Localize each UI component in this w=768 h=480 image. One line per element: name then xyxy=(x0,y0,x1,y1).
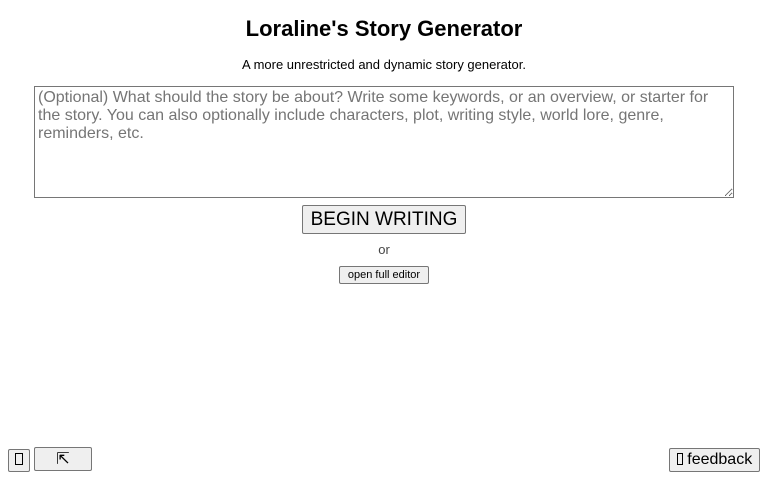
page-subtitle: A more unrestricted and dynamic story ge… xyxy=(242,57,526,72)
menu-button[interactable] xyxy=(8,449,30,472)
or-separator: or xyxy=(378,242,390,257)
page-title: Loraline's Story Generator xyxy=(245,16,523,41)
open-full-editor-button[interactable]: open full editor xyxy=(339,266,429,284)
feedback-icon xyxy=(676,453,683,465)
menu-icon xyxy=(15,453,23,465)
expand-button[interactable]: ⇱ xyxy=(34,447,92,471)
feedback-button[interactable]: feedback xyxy=(669,448,760,472)
begin-writing-button[interactable]: BEGIN WRITING xyxy=(302,205,466,234)
expand-arrow-icon: ⇱ xyxy=(56,449,70,468)
story-generator-page: Loraline's Story Generator A more unrest… xyxy=(0,0,768,480)
story-prompt-input[interactable] xyxy=(34,86,734,198)
feedback-label: feedback xyxy=(687,451,753,468)
